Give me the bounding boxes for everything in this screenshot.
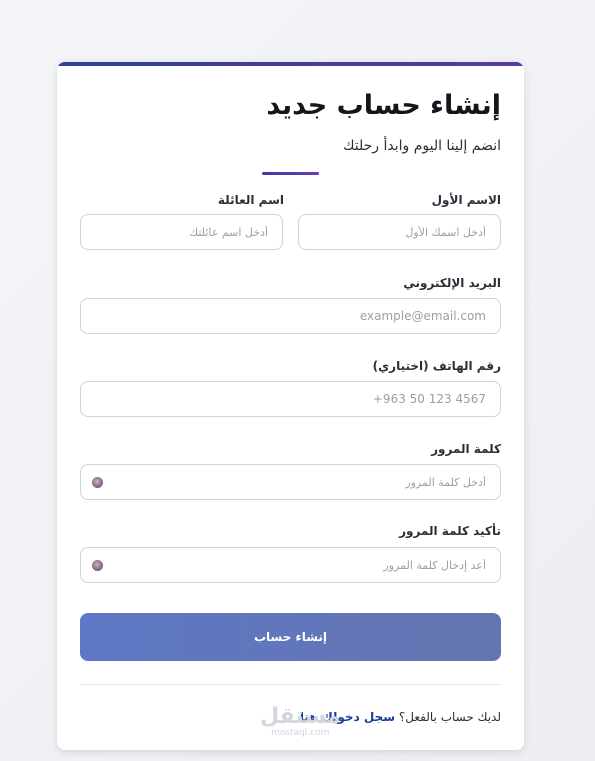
page-title: إنشاء حساب جديد bbox=[266, 90, 501, 121]
card-top-accent-bar bbox=[57, 62, 524, 66]
password-label: كلمة المرور bbox=[431, 442, 501, 456]
last-name-input[interactable] bbox=[80, 214, 283, 250]
email-label: البريد الإلكتروني bbox=[403, 276, 501, 290]
first-name-label: الاسم الأول bbox=[431, 193, 501, 207]
signup-card: إنشاء حساب جديد انضم إلينا اليوم وابدأ ر… bbox=[57, 62, 524, 750]
footer-divider bbox=[80, 684, 501, 685]
confirm-password-input[interactable] bbox=[80, 547, 501, 583]
watermark-logo: مستقل mostaql.com bbox=[260, 706, 340, 738]
password-input[interactable] bbox=[80, 464, 501, 500]
phone-label: رقم الهاتف (اختياري) bbox=[372, 359, 501, 373]
email-input[interactable] bbox=[80, 298, 501, 334]
login-prompt-text: لديك حساب بالفعل؟ bbox=[398, 710, 501, 724]
first-name-input[interactable] bbox=[298, 214, 501, 250]
watermark-logo-text: مستقل bbox=[260, 704, 341, 729]
title-accent-divider bbox=[262, 172, 319, 175]
phone-input[interactable] bbox=[80, 381, 501, 417]
password-toggle-eye-icon[interactable] bbox=[92, 477, 103, 488]
last-name-label: اسم العائلة bbox=[217, 193, 284, 207]
page-subtitle: انضم إلينا اليوم وابدأ رحلتك bbox=[342, 138, 501, 154]
confirm-password-label: تأكيد كلمة المرور bbox=[399, 524, 501, 538]
watermark-domain: mostaql.com bbox=[271, 728, 330, 738]
create-account-button[interactable]: إنشاء حساب bbox=[80, 613, 501, 661]
confirm-password-toggle-eye-icon[interactable] bbox=[92, 560, 103, 571]
